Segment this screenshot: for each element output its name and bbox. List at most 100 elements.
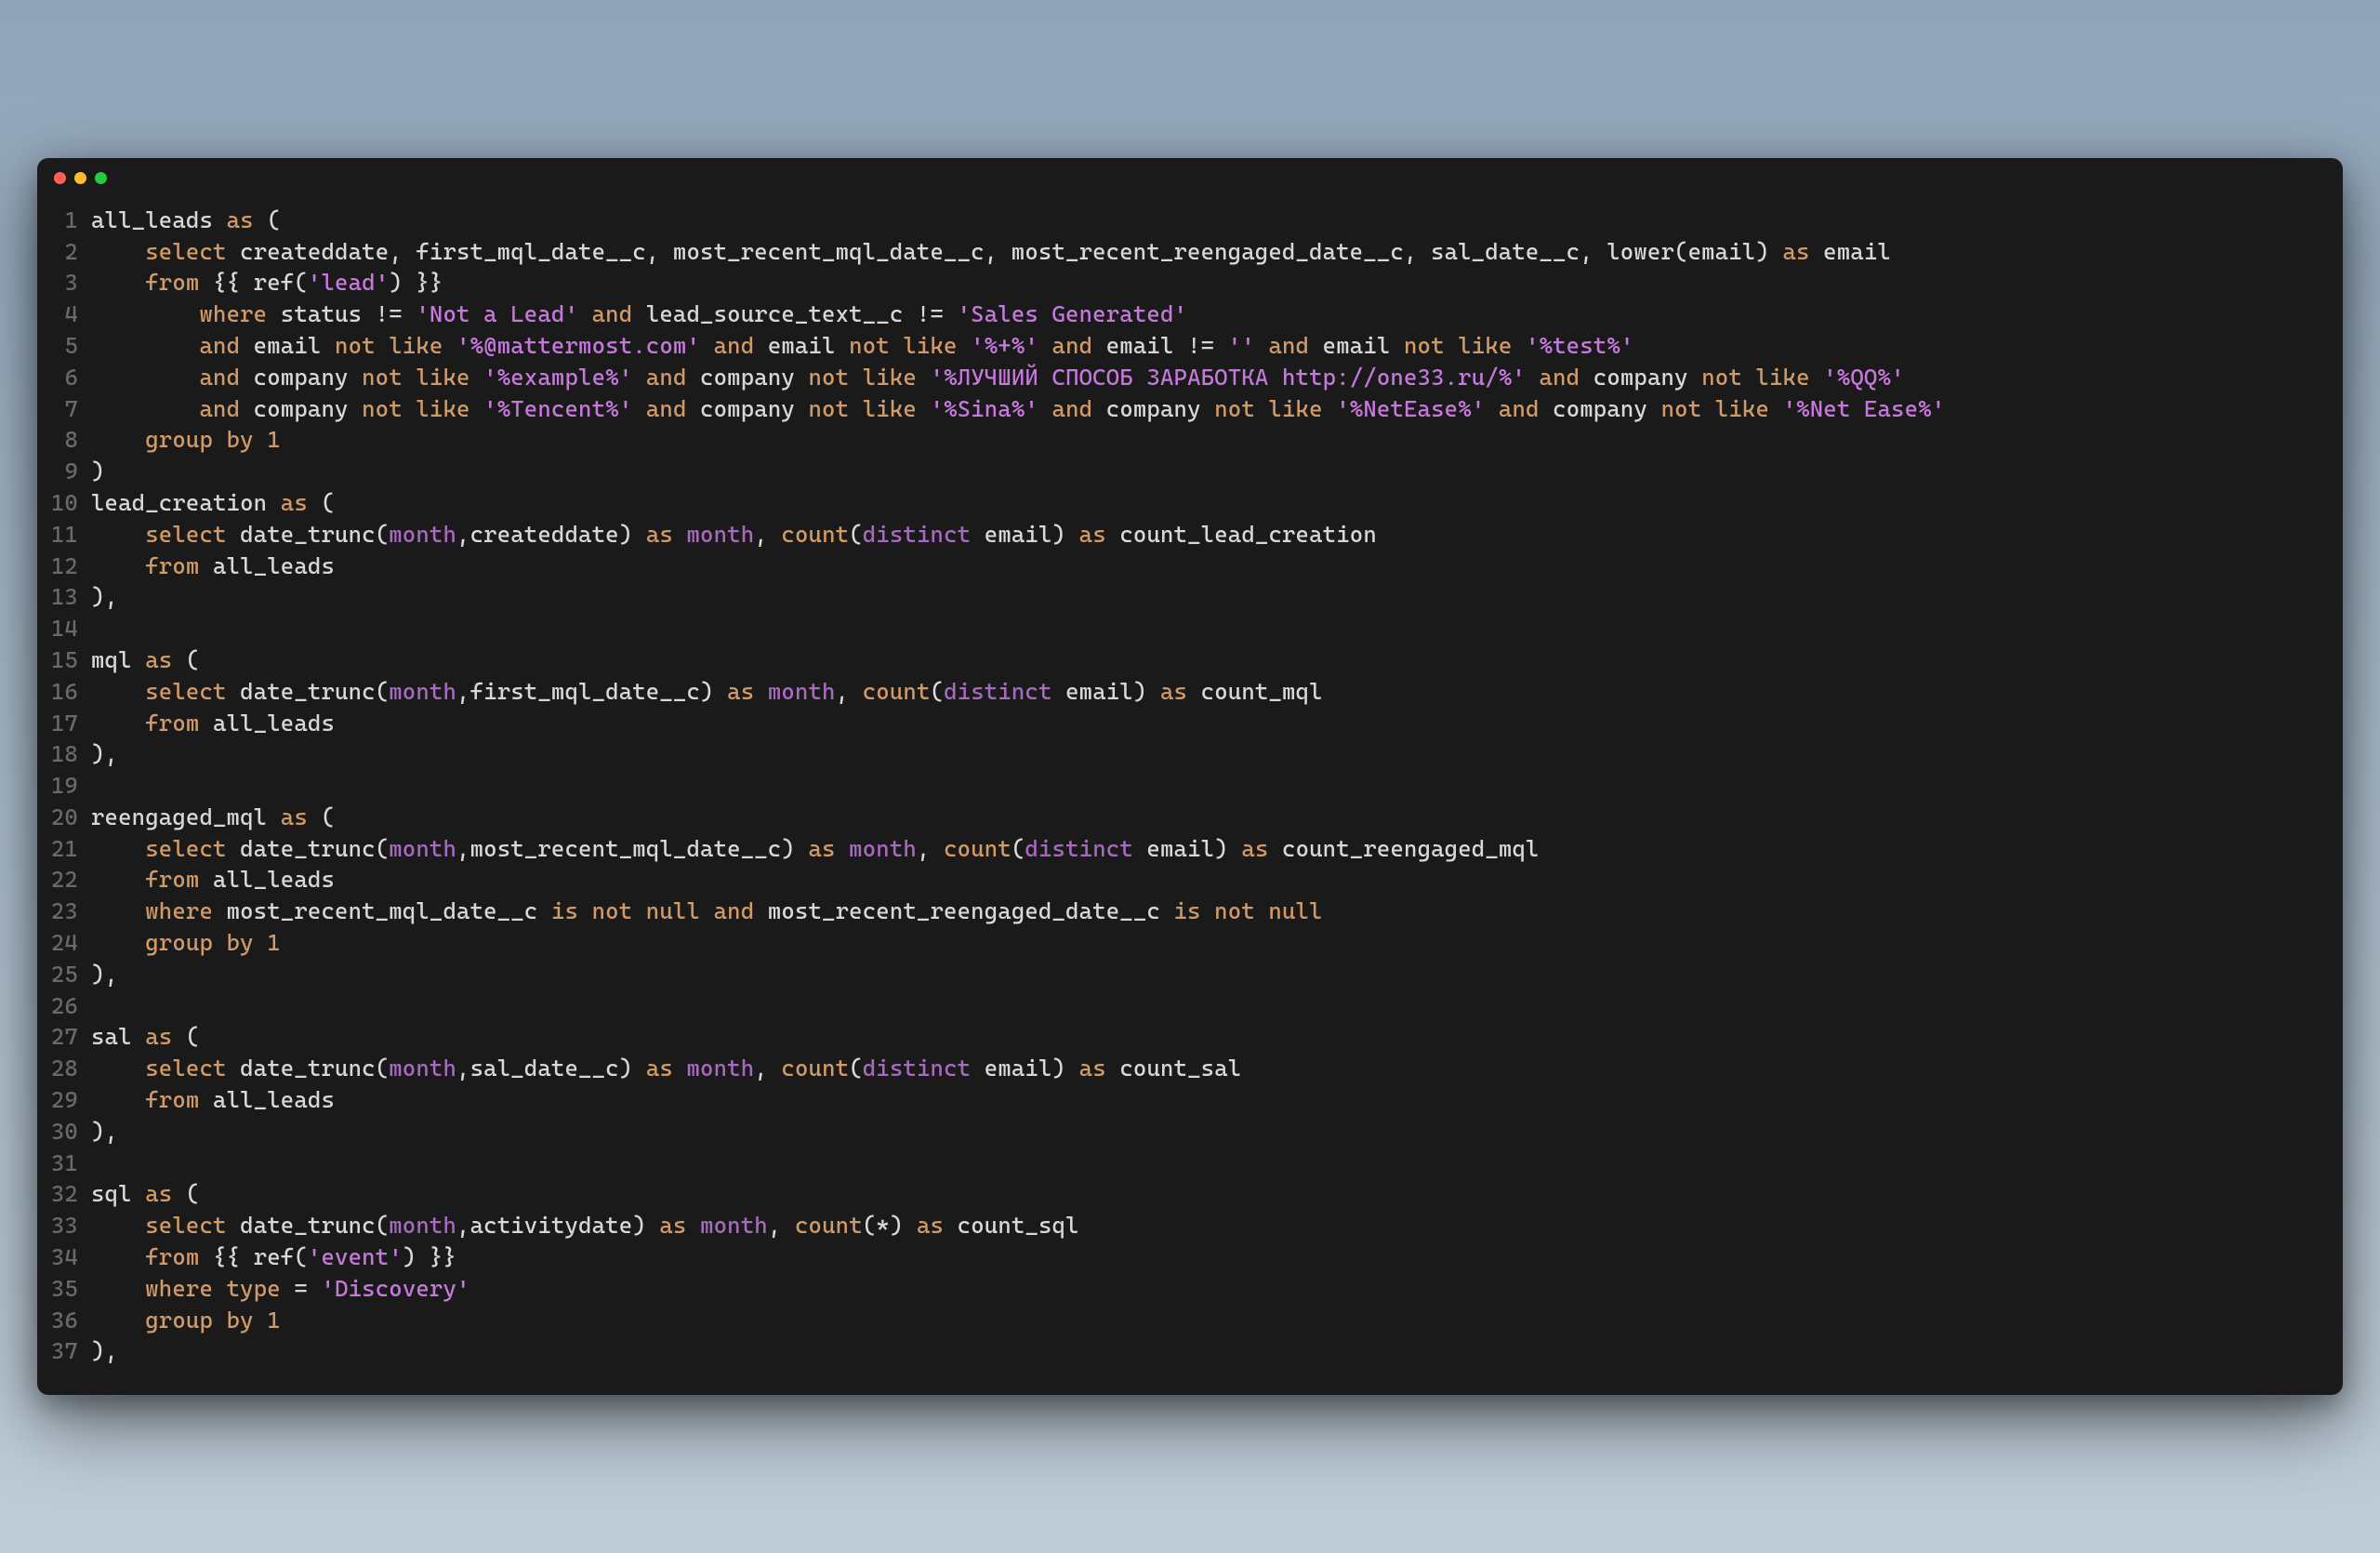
code-line[interactable]: 32sql as ( bbox=[37, 1178, 2343, 1210]
token-keyword: select bbox=[145, 678, 226, 705]
code-line[interactable]: 28 select date_trunc(month,sal_date__c) … bbox=[37, 1053, 2343, 1084]
code-content[interactable]: where type = 'Discovery' bbox=[91, 1273, 2343, 1305]
code-line[interactable]: 33 select date_trunc(month,activitydate)… bbox=[37, 1210, 2343, 1241]
code-line[interactable]: 21 select date_trunc(month,most_recent_m… bbox=[37, 833, 2343, 865]
code-line[interactable]: 17 from all_leads bbox=[37, 708, 2343, 739]
code-content[interactable]: ), bbox=[91, 581, 2343, 613]
code-line[interactable]: 13), bbox=[37, 581, 2343, 613]
token-keyword: and bbox=[1540, 364, 1580, 391]
token-default: ,activitydate) bbox=[456, 1212, 659, 1239]
code-line[interactable]: 35 where type = 'Discovery' bbox=[37, 1273, 2343, 1305]
code-content[interactable]: select date_trunc(month,sal_date__c) as … bbox=[91, 1053, 2343, 1084]
code-content[interactable] bbox=[91, 613, 2343, 644]
code-content[interactable]: ), bbox=[91, 738, 2343, 770]
code-content[interactable]: all_leads as ( bbox=[91, 205, 2343, 236]
code-content[interactable]: from {{ ref('event') }} bbox=[91, 1241, 2343, 1273]
code-content[interactable]: ), bbox=[91, 1335, 2343, 1367]
code-line[interactable]: 8 group by 1 bbox=[37, 424, 2343, 456]
token-keyword: not like bbox=[362, 364, 469, 391]
code-line[interactable]: 11 select date_trunc(month,createddate) … bbox=[37, 519, 2343, 551]
code-content[interactable]: from all_leads bbox=[91, 864, 2343, 896]
code-line[interactable]: 31 bbox=[37, 1148, 2343, 1179]
token-string: '%ЛУЧШИЙ СПОСОБ ЗАРАБОТКА http://one33.r… bbox=[931, 364, 1526, 391]
zoom-icon[interactable] bbox=[95, 172, 107, 184]
code-line[interactable]: 2 select createddate, first_mql_date__c,… bbox=[37, 236, 2343, 268]
code-editor[interactable]: 1all_leads as (2 select createddate, fir… bbox=[37, 199, 2343, 1373]
code-content[interactable]: select date_trunc(month,createddate) as … bbox=[91, 519, 2343, 551]
code-content[interactable]: lead_creation as ( bbox=[91, 487, 2343, 519]
line-number: 29 bbox=[37, 1084, 91, 1116]
code-line[interactable]: 9) bbox=[37, 456, 2343, 487]
code-line[interactable]: 3 from {{ ref('lead') }} bbox=[37, 267, 2343, 299]
code-line[interactable]: 19 bbox=[37, 770, 2343, 802]
line-number: 35 bbox=[37, 1273, 91, 1305]
code-content[interactable]: select date_trunc(month,most_recent_mql_… bbox=[91, 833, 2343, 865]
token-default: ( bbox=[849, 521, 863, 548]
code-line[interactable]: 6 and company not like '%example%' and c… bbox=[37, 362, 2343, 393]
code-line[interactable]: 24 group by 1 bbox=[37, 927, 2343, 959]
code-content[interactable]: from {{ ref('lead') }} bbox=[91, 267, 2343, 299]
token-string: 'lead' bbox=[308, 269, 389, 296]
code-line[interactable]: 7 and company not like '%Tencent%' and c… bbox=[37, 393, 2343, 425]
code-line[interactable]: 4 where status != 'Not a Lead' and lead_… bbox=[37, 299, 2343, 330]
code-line[interactable]: 20reengaged_mql as ( bbox=[37, 802, 2343, 833]
code-content[interactable]: from all_leads bbox=[91, 708, 2343, 739]
code-content[interactable]: where most_recent_mql_date__c is not nul… bbox=[91, 896, 2343, 927]
code-line[interactable]: 5 and email not like '%@mattermost.com' … bbox=[37, 330, 2343, 362]
code-line[interactable]: 1all_leads as ( bbox=[37, 205, 2343, 236]
code-content[interactable]: where status != 'Not a Lead' and lead_so… bbox=[91, 299, 2343, 330]
code-line[interactable]: 14 bbox=[37, 613, 2343, 644]
code-content[interactable]: from all_leads bbox=[91, 1084, 2343, 1116]
code-line[interactable]: 15mql as ( bbox=[37, 644, 2343, 676]
code-content[interactable] bbox=[91, 770, 2343, 802]
code-content[interactable]: and email not like '%@mattermost.com' an… bbox=[91, 330, 2343, 362]
token-default: email bbox=[1810, 238, 1891, 265]
token-default bbox=[1038, 395, 1052, 422]
code-content[interactable]: mql as ( bbox=[91, 644, 2343, 676]
close-icon[interactable] bbox=[54, 172, 66, 184]
code-content[interactable]: select date_trunc(month,first_mql_date__… bbox=[91, 676, 2343, 708]
code-content[interactable]: ), bbox=[91, 959, 2343, 990]
line-number: 34 bbox=[37, 1241, 91, 1273]
token-ident: sal bbox=[91, 1023, 145, 1050]
code-content[interactable]: ) bbox=[91, 456, 2343, 487]
line-number: 12 bbox=[37, 551, 91, 582]
token-default: date_trunc( bbox=[227, 521, 390, 548]
code-content[interactable]: group by 1 bbox=[91, 1305, 2343, 1336]
code-line[interactable]: 34 from {{ ref('event') }} bbox=[37, 1241, 2343, 1273]
code-line[interactable]: 23 where most_recent_mql_date__c is not … bbox=[37, 896, 2343, 927]
code-line[interactable]: 37), bbox=[37, 1335, 2343, 1367]
token-keyword: as bbox=[659, 1212, 686, 1239]
code-content[interactable]: and company not like '%Tencent%' and com… bbox=[91, 393, 2343, 425]
code-content[interactable] bbox=[91, 990, 2343, 1022]
code-content[interactable]: sql as ( bbox=[91, 1178, 2343, 1210]
code-content[interactable]: reengaged_mql as ( bbox=[91, 802, 2343, 833]
code-content[interactable]: from all_leads bbox=[91, 551, 2343, 582]
code-line[interactable]: 25), bbox=[37, 959, 2343, 990]
code-content[interactable]: and company not like '%example%' and com… bbox=[91, 362, 2343, 393]
code-line[interactable]: 10lead_creation as ( bbox=[37, 487, 2343, 519]
code-line[interactable]: 22 from all_leads bbox=[37, 864, 2343, 896]
code-line[interactable]: 18), bbox=[37, 738, 2343, 770]
code-content[interactable] bbox=[91, 1148, 2343, 1179]
minimize-icon[interactable] bbox=[74, 172, 86, 184]
code-content[interactable]: group by 1 bbox=[91, 424, 2343, 456]
token-default bbox=[213, 1275, 227, 1302]
code-line[interactable]: 30), bbox=[37, 1116, 2343, 1148]
code-line[interactable]: 16 select date_trunc(month,first_mql_dat… bbox=[37, 676, 2343, 708]
code-content[interactable]: sal as ( bbox=[91, 1021, 2343, 1053]
code-content[interactable]: select date_trunc(month,activitydate) as… bbox=[91, 1210, 2343, 1241]
code-line[interactable]: 27sal as ( bbox=[37, 1021, 2343, 1053]
token-default bbox=[1512, 332, 1526, 359]
code-line[interactable]: 26 bbox=[37, 990, 2343, 1022]
code-line[interactable]: 12 from all_leads bbox=[37, 551, 2343, 582]
code-content[interactable]: group by 1 bbox=[91, 927, 2343, 959]
code-content[interactable]: ), bbox=[91, 1116, 2343, 1148]
code-content[interactable]: select createddate, first_mql_date__c, m… bbox=[91, 236, 2343, 268]
code-line[interactable]: 29 from all_leads bbox=[37, 1084, 2343, 1116]
token-default: status != bbox=[267, 300, 416, 327]
token-default: , bbox=[754, 521, 781, 548]
token-default bbox=[91, 897, 145, 924]
code-line[interactable]: 36 group by 1 bbox=[37, 1305, 2343, 1336]
token-default: ) }} bbox=[403, 1243, 456, 1270]
